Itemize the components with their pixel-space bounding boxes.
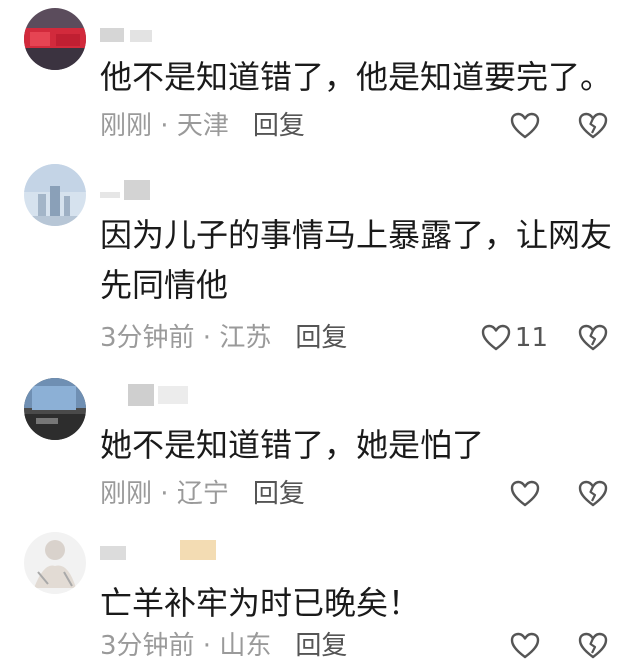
comment-time: 刚刚 <box>100 111 153 141</box>
comment-time: 3分钟前 <box>100 323 195 353</box>
comment-location: 天津 <box>176 111 229 141</box>
comment-meta: 3分钟前 · 江苏 回复 <box>100 318 347 358</box>
comment-text: 亡羊补牢为时已晚矣！ <box>100 584 421 622</box>
reply-button[interactable]: 回复 <box>295 323 347 353</box>
like-count: 11 <box>514 323 548 353</box>
comment-meta: 刚刚 · 辽宁 回复 <box>100 474 305 514</box>
username-blurred[interactable] <box>100 178 160 202</box>
like-button[interactable] <box>510 626 544 666</box>
dislike-button[interactable] <box>576 474 610 514</box>
heart-outline-icon <box>481 324 511 351</box>
reply-button[interactable]: 回复 <box>253 111 305 141</box>
comment-text: 因为儿子的事情马上暴露了，让网友先同情他 <box>100 216 613 304</box>
meta-separator: · <box>152 111 177 141</box>
comment-text: 她不是知道错了，她是怕了 <box>100 426 485 464</box>
broken-heart-icon <box>578 112 608 139</box>
like-button[interactable] <box>510 106 544 146</box>
dislike-button[interactable] <box>576 106 610 146</box>
meta-separator: · <box>194 631 220 661</box>
like-button[interactable] <box>510 474 544 514</box>
broken-heart-icon <box>578 480 608 507</box>
comment-meta: 刚刚 · 天津 回复 <box>100 106 305 146</box>
comment-time: 3分钟前 <box>100 631 195 661</box>
comment-text: 他不是知道错了，他是知道要完了。 <box>100 58 613 96</box>
heart-outline-icon <box>510 632 540 659</box>
meta-separator: · <box>152 479 177 509</box>
user-avatar[interactable] <box>24 164 86 226</box>
comment-meta: 3分钟前 · 山东 回复 <box>100 626 347 666</box>
reply-button[interactable]: 回复 <box>295 631 347 661</box>
heart-outline-icon <box>510 480 540 507</box>
user-avatar[interactable] <box>24 8 86 70</box>
heart-outline-icon <box>510 112 540 139</box>
like-button[interactable]: 11 <box>481 318 548 358</box>
dislike-button[interactable] <box>576 318 610 358</box>
username-blurred[interactable] <box>100 538 220 562</box>
username-blurred[interactable] <box>100 22 160 46</box>
broken-heart-icon <box>578 324 608 351</box>
comment-location: 山东 <box>219 631 272 661</box>
comment-location: 辽宁 <box>176 479 229 509</box>
user-avatar[interactable] <box>24 532 86 594</box>
broken-heart-icon <box>578 632 608 659</box>
reply-button[interactable]: 回复 <box>253 479 305 509</box>
comment-time: 刚刚 <box>100 479 153 509</box>
dislike-button[interactable] <box>576 626 610 666</box>
meta-separator: · <box>194 323 220 353</box>
username-blurred[interactable] <box>100 382 190 406</box>
comment-location: 江苏 <box>219 323 272 353</box>
user-avatar[interactable] <box>24 378 86 440</box>
